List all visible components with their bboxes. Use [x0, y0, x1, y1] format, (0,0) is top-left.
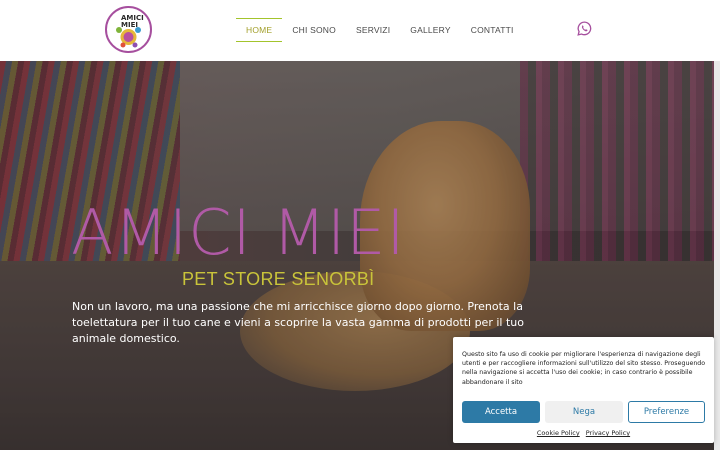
hero-subtitle: PET STORE SENORBÌ	[182, 269, 375, 289]
site-header: AMICI MIEI HOME CHI SONO SERVIZI GALLERY…	[0, 0, 720, 61]
main-nav: HOME CHI SONO SERVIZI GALLERY CONTATTI	[236, 18, 524, 42]
accept-button[interactable]: Accetta	[462, 401, 540, 423]
cookie-policy-link[interactable]: Cookie Policy	[537, 429, 580, 437]
preferences-button[interactable]: Preferenze	[628, 401, 705, 423]
site-logo[interactable]: AMICI MIEI	[105, 6, 152, 53]
cookie-banner: Questo sito fa uso di cookie per miglior…	[453, 337, 714, 443]
nav-chi-sono[interactable]: CHI SONO	[282, 18, 346, 42]
nav-home[interactable]: HOME	[236, 18, 283, 42]
page: AMICI MIEI HOME CHI SONO SERVIZI GALLERY…	[0, 0, 720, 450]
logo-line-2: MIEI	[121, 21, 138, 29]
nav-gallery[interactable]: GALLERY	[400, 18, 460, 42]
cookie-text: Questo sito fa uso di cookie per miglior…	[462, 351, 706, 386]
whatsapp-icon[interactable]	[577, 21, 592, 36]
scrollbar-track[interactable]	[714, 61, 720, 450]
nav-contatti[interactable]: CONTATTI	[461, 18, 524, 42]
nav-servizi[interactable]: SERVIZI	[346, 18, 400, 42]
deny-button[interactable]: Nega	[545, 401, 623, 423]
hero-title: AMICI MIEI	[71, 196, 406, 269]
cookie-links: Cookie Policy Privacy Policy	[453, 429, 714, 437]
privacy-policy-link[interactable]: Privacy Policy	[586, 429, 630, 437]
logo-text: AMICI MIEI	[121, 15, 144, 29]
